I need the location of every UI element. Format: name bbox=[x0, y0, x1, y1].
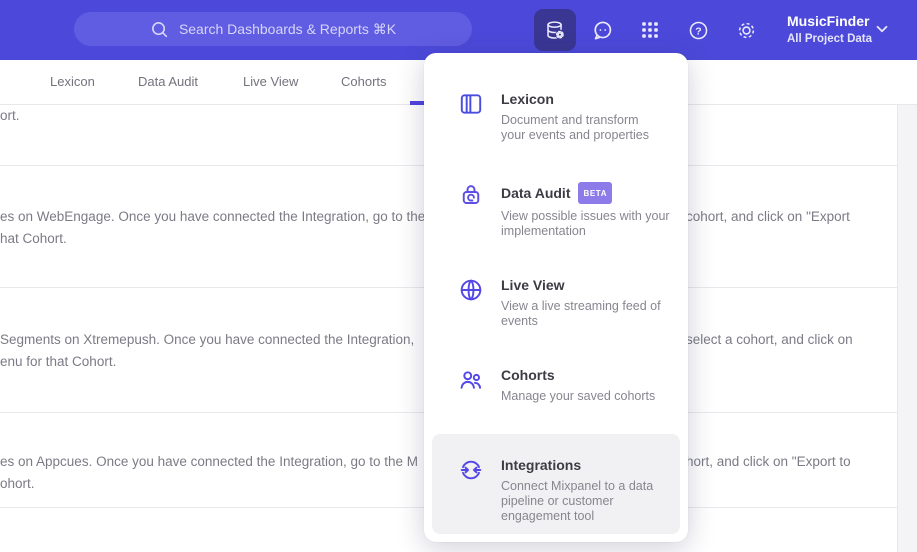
beta-badge: BETA bbox=[578, 182, 613, 204]
row2-text-left: es on WebEngage. Once you have connected… bbox=[0, 209, 426, 224]
data-management-dropdown: Lexicon Document and transform your even… bbox=[424, 53, 688, 542]
feedback-button[interactable] bbox=[584, 12, 620, 48]
project-scope: All Project Data bbox=[787, 33, 872, 45]
row4-text-right: hort, and click on "Export to bbox=[686, 454, 851, 469]
cohorts-people-icon bbox=[458, 367, 484, 393]
menu-item-live-view[interactable]: Live View View a live streaming feed of … bbox=[458, 277, 680, 329]
chevron-down-icon[interactable] bbox=[876, 25, 888, 34]
data-audit-lock-icon bbox=[458, 182, 484, 208]
search-input[interactable]: Search Dashboards & Reports ⌘K bbox=[74, 12, 472, 46]
lexicon-book-icon bbox=[458, 91, 484, 117]
database-gear-icon bbox=[544, 19, 567, 42]
svg-text:?: ? bbox=[695, 25, 701, 37]
tab-cohorts[interactable]: Cohorts bbox=[341, 74, 387, 89]
menu-item-desc: Manage your saved cohorts bbox=[501, 389, 656, 403]
row3-text-right: select a cohort, and click on bbox=[686, 332, 853, 347]
menu-item-title: Data Audit BETA bbox=[501, 182, 670, 204]
row2-text-line2: hat Cohort. bbox=[0, 231, 67, 246]
menu-item-desc: View a live streaming feed of events bbox=[501, 299, 661, 328]
menu-item-desc: View possible issues with your implement… bbox=[501, 209, 670, 238]
menu-item-desc: Document and transform your events and p… bbox=[501, 113, 650, 142]
row4-text-left: es on Appcues. Once you have connected t… bbox=[0, 454, 419, 469]
settings-button[interactable] bbox=[728, 12, 764, 48]
menu-item-lexicon[interactable]: Lexicon Document and transform your even… bbox=[458, 91, 680, 143]
search-icon bbox=[150, 20, 169, 39]
tab-lexicon[interactable]: Lexicon bbox=[50, 74, 95, 89]
right-gutter bbox=[897, 105, 917, 552]
integrations-sync-icon bbox=[458, 457, 484, 483]
tab-data-audit[interactable]: Data Audit bbox=[138, 74, 198, 89]
menu-item-title: Cohorts bbox=[501, 367, 555, 383]
search-placeholder: Search Dashboards & Reports ⌘K bbox=[178, 20, 397, 37]
feedback-bubble-icon bbox=[592, 20, 613, 41]
project-name: MusicFinder bbox=[787, 13, 870, 29]
menu-item-integrations[interactable]: Integrations Connect Mixpanel to a data … bbox=[458, 457, 680, 524]
live-view-globe-icon bbox=[458, 277, 484, 303]
project-switcher[interactable]: MusicFinder All Project Data bbox=[787, 12, 872, 46]
grid-icon bbox=[641, 21, 659, 39]
menu-item-title: Live View bbox=[501, 277, 565, 293]
menu-item-cohorts[interactable]: Cohorts Manage your saved cohorts bbox=[458, 367, 680, 404]
tab-live-view[interactable]: Live View bbox=[243, 74, 298, 89]
gear-icon bbox=[736, 20, 757, 41]
menu-item-desc: Connect Mixpanel to a data pipeline or c… bbox=[501, 479, 654, 523]
apps-menu-button[interactable] bbox=[632, 12, 668, 48]
row4-text-line2: ohort. bbox=[0, 476, 35, 491]
row3-text-line2: enu for that Cohort. bbox=[0, 354, 117, 369]
menu-item-title: Lexicon bbox=[501, 91, 554, 107]
row2-text-right: cohort, and click on "Export bbox=[686, 209, 850, 224]
help-button[interactable]: ? bbox=[680, 12, 716, 48]
help-icon: ? bbox=[688, 20, 709, 41]
row3-text-left: Segments on Xtremepush. Once you have co… bbox=[0, 332, 415, 347]
menu-item-title: Integrations bbox=[501, 457, 582, 473]
menu-item-data-audit[interactable]: Data Audit BETA View possible issues with… bbox=[458, 182, 680, 239]
top-navigation-bar: Search Dashboards & Reports ⌘K ? MusicFi… bbox=[0, 0, 917, 60]
row1-text: ort. bbox=[0, 108, 20, 123]
data-management-button[interactable] bbox=[534, 9, 576, 51]
